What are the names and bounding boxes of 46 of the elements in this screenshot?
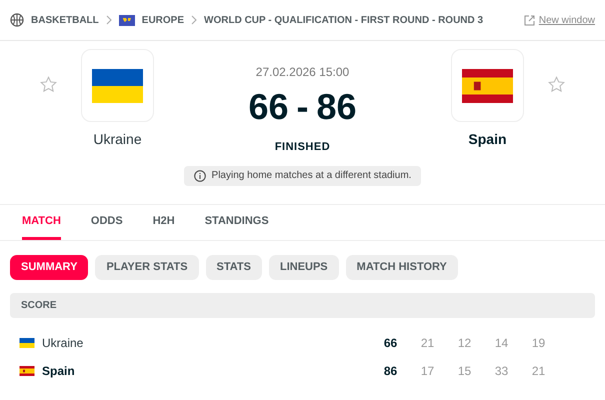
note-text: Playing home matches at a different stadium. <box>212 169 412 183</box>
period-score: 21 <box>530 363 546 380</box>
subtab[interactable]: MATCH HISTORY <box>346 255 458 280</box>
breadcrumb-link[interactable]: WORLD CUP - QUALIFICATION - FIRST ROUND - ROUND 3 <box>204 12 484 28</box>
breadcrumb-link[interactable]: BASKETBALL <box>31 12 99 28</box>
chevron-icon <box>191 15 198 25</box>
subtab[interactable]: LINEUPS <box>268 255 339 280</box>
home-score: 66 <box>248 85 288 129</box>
team-name: Spain <box>42 363 76 380</box>
period-score: 19 <box>530 335 546 352</box>
match-status: FINISHED <box>274 140 330 155</box>
period-score: 12 <box>456 335 472 352</box>
flag-icon <box>19 338 35 348</box>
star-icon[interactable] <box>548 76 565 93</box>
subtab[interactable]: SUMMARY <box>10 255 88 280</box>
flag-icon <box>462 68 513 102</box>
tab[interactable]: ODDS <box>90 205 123 240</box>
star-icon[interactable] <box>40 76 57 93</box>
tab[interactable]: H2H <box>152 205 175 240</box>
breadcrumb-link[interactable]: EUROPE <box>142 12 184 28</box>
subtab[interactable]: PLAYER STATS <box>95 255 199 280</box>
subtab[interactable]: STATS <box>206 255 262 280</box>
chevron-icon <box>106 15 112 25</box>
team-name: Ukraine <box>42 335 84 352</box>
period-score: 15 <box>456 363 472 380</box>
column-heading: SCORE <box>21 299 57 313</box>
period-score: 21 <box>420 335 436 352</box>
info-icon <box>194 170 206 182</box>
total-score: 86 <box>382 363 398 380</box>
external-link-icon <box>524 14 535 26</box>
flag-icon <box>118 14 135 26</box>
basketball-icon <box>10 13 24 27</box>
new-window-link[interactable]: New window <box>538 12 595 28</box>
flag-icon <box>19 366 35 376</box>
match-datetime: 27.02.2026 15:00 <box>256 64 350 81</box>
period-score: 17 <box>420 363 436 380</box>
period-score: 33 <box>494 363 510 380</box>
tab[interactable]: STANDINGS <box>204 205 269 240</box>
total-score: 66 <box>382 335 398 352</box>
period-score: 14 <box>494 335 510 352</box>
team-name[interactable]: Spain <box>468 129 507 150</box>
flag-icon <box>92 68 143 102</box>
team-name[interactable]: Ukraine <box>93 129 142 150</box>
away-score: 86 <box>316 85 357 129</box>
tab[interactable]: MATCH <box>22 205 61 240</box>
score-separator: - <box>296 85 308 129</box>
